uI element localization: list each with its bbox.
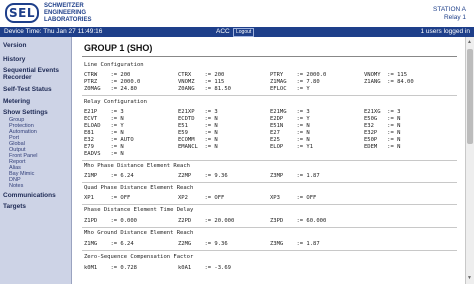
station-name: STATION A: [433, 6, 466, 13]
setting-cell: Z0ANG := 81.50: [178, 86, 231, 92]
setting-cell: Z1ANG := 84.00: [364, 79, 414, 85]
sidebar-item-version[interactable]: Version: [3, 42, 26, 49]
setting-cell: Z1MAG := 7.80: [270, 79, 320, 85]
section-divider: [82, 160, 457, 161]
section-mho-phase-reach: Mho Phase Distance Element Reach: [84, 163, 190, 169]
setting-cell: E81 := N: [84, 130, 124, 136]
setting-cell: E51 := N: [178, 123, 218, 129]
setting-cell: ELOP := Y1: [270, 144, 314, 150]
sel-logo: SEL: [5, 3, 39, 23]
company-line: SCHWEITZER: [44, 3, 84, 9]
setting-cell: Z1MP := 6.24: [84, 173, 134, 179]
setting-cell: Z2MP := 9.36: [178, 173, 228, 179]
setting-cell: CTRX := 200: [178, 72, 225, 78]
setting-cell: E21XG := 3: [364, 109, 401, 115]
app-header: SEL SCHWEITZER ENGINEERING LABORATORIES …: [0, 0, 474, 27]
setting-cell: EADVS := N: [84, 151, 124, 157]
setting-cell: Z3MP := 1.87: [270, 173, 320, 179]
section-zero-seq-factor: Zero-Sequence Compensation Factor: [84, 254, 194, 260]
sidebar-item-ser[interactable]: Sequential Events Recorder: [3, 67, 69, 81]
company-line: LABORATORIES: [44, 17, 92, 23]
setting-cell: EMANCL := N: [178, 144, 218, 150]
setting-cell: E50P := N: [364, 137, 401, 143]
scroll-thumb[interactable]: [467, 49, 473, 144]
sidebar-item-show-settings[interactable]: Show Settings: [3, 109, 48, 116]
logout-button[interactable]: Logout: [233, 28, 255, 37]
scroll-down-icon[interactable]: ▼: [467, 275, 472, 281]
setting-cell: E79 := N: [84, 144, 124, 150]
sidebar-item-history[interactable]: History: [3, 56, 25, 63]
sidebar-sub-notes[interactable]: Notes: [9, 183, 23, 189]
setting-cell: CTRW := 200: [84, 72, 131, 78]
setting-cell: k0A1 := -3.69: [178, 265, 231, 271]
section-mho-ground-reach: Mho Ground Distance Element Reach: [84, 230, 194, 236]
setting-cell: E21P := 3: [84, 109, 124, 115]
logo-text: SEL: [9, 6, 35, 20]
section-line-configuration: Line Configuration: [84, 62, 144, 68]
setting-cell: E27 := N: [270, 130, 310, 136]
setting-cell: XP1 := OFF: [84, 195, 131, 201]
setting-cell: E32P := N: [364, 130, 401, 136]
setting-cell: E21MG := 3: [270, 109, 310, 115]
title-divider: [82, 56, 457, 57]
setting-cell: EFLOC := Y: [270, 86, 310, 92]
setting-cell: VNOMZ := 115: [178, 79, 225, 85]
company-name: SCHWEITZER ENGINEERING LABORATORIES: [44, 3, 91, 24]
sidebar-item-self-test[interactable]: Self-Test Status: [3, 86, 52, 93]
group-title: GROUP 1 (SHO): [84, 43, 153, 53]
status-bar: Device Time: Thu Jan 27 11:49:16 ACC Log…: [0, 27, 474, 37]
setting-cell: E50G := N: [364, 116, 401, 122]
setting-cell: Z1PD := 0.000: [84, 218, 137, 224]
setting-cell: EDEM := N: [364, 144, 401, 150]
setting-cell: PTRZ := 2000.0: [84, 79, 141, 85]
sidebar-item-communications[interactable]: Communications: [3, 192, 56, 199]
setting-cell: Z2MG := 9.36: [178, 241, 228, 247]
setting-cell: ECDTD := N: [178, 116, 218, 122]
section-quad-phase-reach: Quad Phase Distance Element Reach: [84, 185, 194, 191]
setting-cell: k0M1 := 0.728: [84, 265, 137, 271]
section-relay-configuration: Relay Configuration: [84, 99, 147, 105]
section-divider: [82, 204, 457, 205]
section-divider: [82, 182, 457, 183]
setting-cell: ECOMM := N: [178, 137, 218, 143]
setting-cell: E51N := N: [270, 123, 310, 129]
setting-cell: E32 := AUTO: [84, 137, 134, 143]
setting-cell: Z2PD := 20.000: [178, 218, 235, 224]
section-divider: [82, 227, 457, 228]
company-line: ENGINEERING: [44, 10, 87, 16]
sidebar: Version History Sequential Events Record…: [0, 37, 72, 284]
sidebar-item-metering[interactable]: Metering: [3, 98, 30, 105]
station-info: STATION A Relay 1: [433, 6, 466, 22]
setting-cell: Z0MAG := 24.80: [84, 86, 137, 92]
device-time: Device Time: Thu Jan 27 11:49:16: [4, 28, 103, 35]
setting-cell: XP3 := OFF: [270, 195, 317, 201]
setting-cell: Z1MG := 6.24: [84, 241, 134, 247]
setting-cell: Z3PD := 60.000: [270, 218, 327, 224]
section-divider: [82, 250, 457, 251]
relay-name: Relay 1: [443, 14, 466, 21]
scroll-up-icon[interactable]: ▲: [467, 39, 472, 45]
setting-cell: PTRY := 2000.0: [270, 72, 327, 78]
setting-cell: E2DP := Y: [270, 116, 310, 122]
settings-content: GROUP 1 (SHO) Line Configuration CTRW :=…: [74, 37, 465, 284]
section-phase-time-delay: Phase Distance Element Time Delay: [84, 207, 194, 213]
setting-cell: E32 := N: [364, 123, 401, 129]
setting-cell: E59 := N: [178, 130, 218, 136]
section-divider: [82, 95, 457, 96]
users-logged-in: 1 users logged in: [420, 28, 470, 35]
setting-cell: E21XP := 3: [178, 109, 218, 115]
setting-cell: VNOMY := 115: [364, 72, 408, 78]
setting-cell: ECVT := N: [84, 116, 124, 122]
setting-cell: ELOAD := Y: [84, 123, 124, 129]
sidebar-item-targets[interactable]: Targets: [3, 203, 26, 210]
setting-cell: Z3MG := 1.87: [270, 241, 320, 247]
access-level: ACC: [216, 28, 230, 35]
content-scrollbar[interactable]: ▲ ▼: [465, 37, 474, 284]
setting-cell: XP2 := OFF: [178, 195, 225, 201]
setting-cell: E25 := N: [270, 137, 310, 143]
